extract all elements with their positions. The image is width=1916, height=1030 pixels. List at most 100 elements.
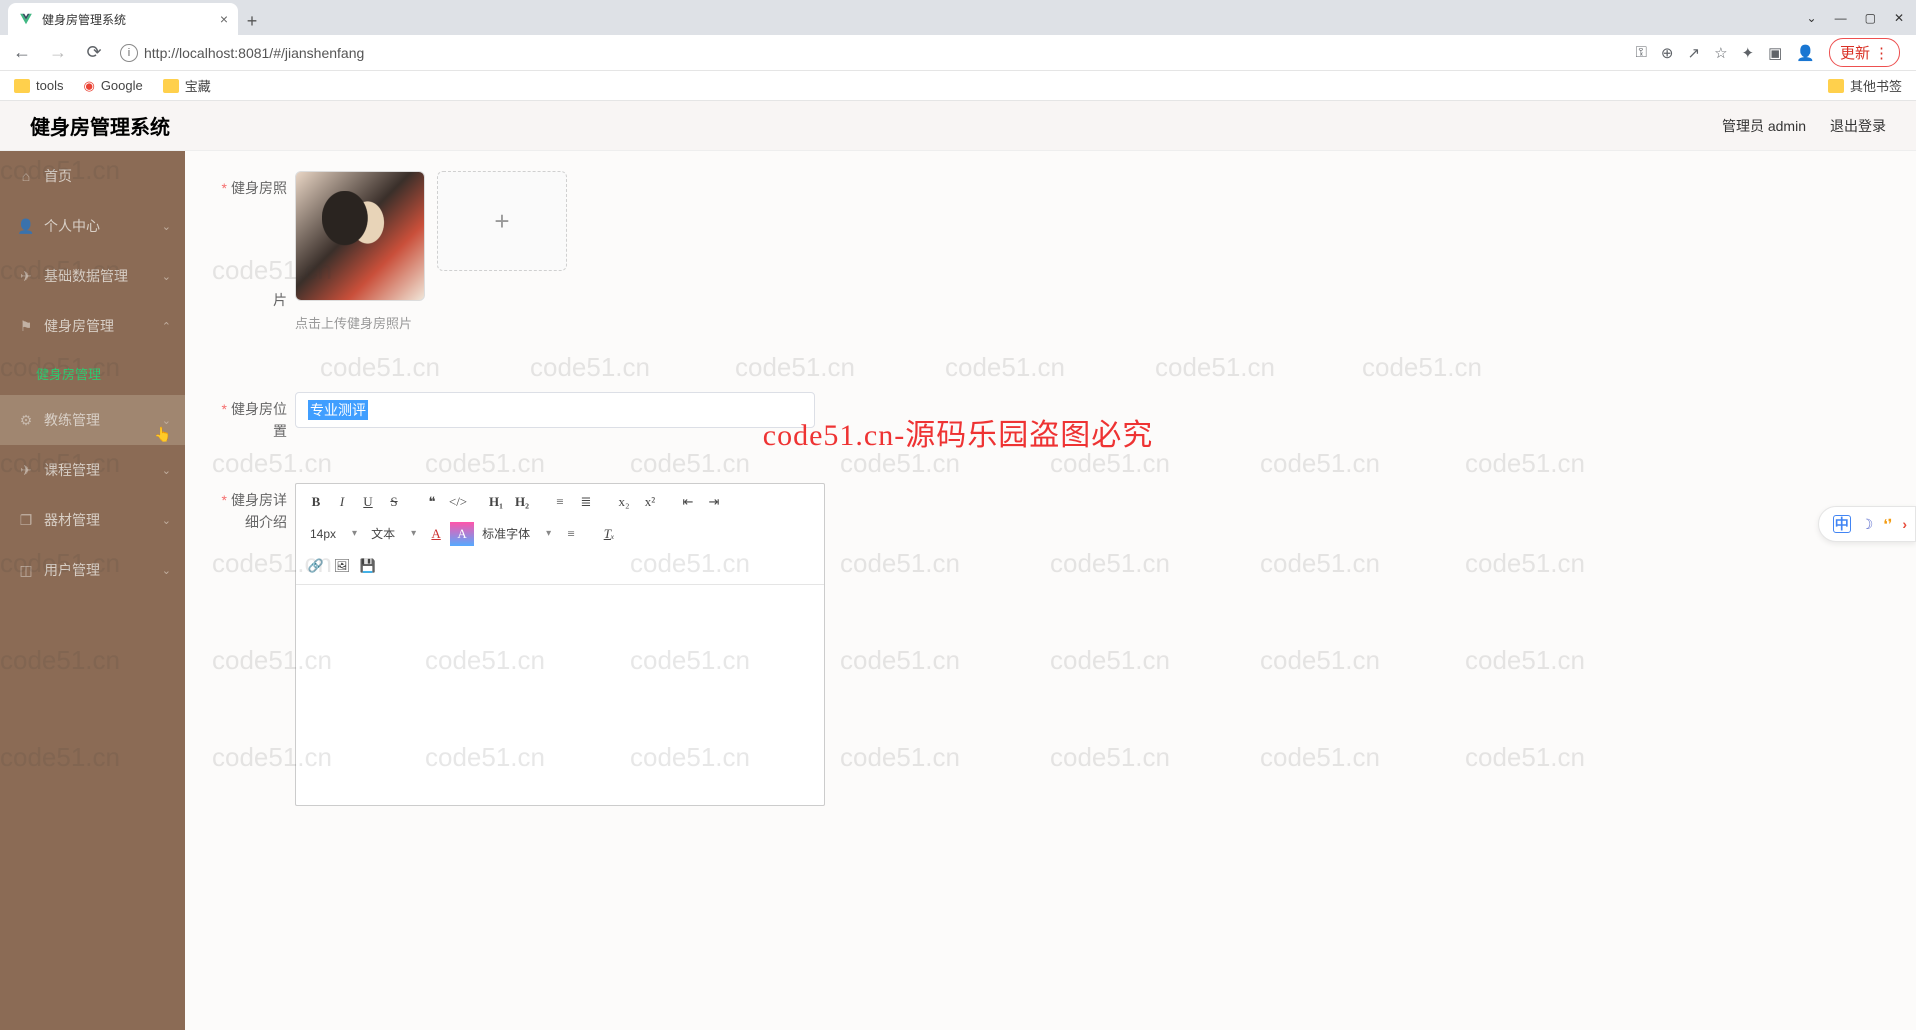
- bookmark-treasure[interactable]: 宝藏: [163, 76, 211, 95]
- folder-icon: [1828, 79, 1844, 93]
- link-button[interactable]: 🔗: [304, 554, 328, 578]
- quote-button[interactable]: ❝: [420, 490, 444, 514]
- sidebar-item-personal[interactable]: 👤个人中心⌄: [0, 201, 185, 251]
- maximize-icon[interactable]: ▢: [1865, 11, 1876, 25]
- close-window-icon[interactable]: ✕: [1894, 11, 1904, 25]
- font-size-select[interactable]: 14px: [304, 522, 363, 546]
- image-button[interactable]: 🖼: [330, 554, 354, 578]
- reload-button[interactable]: ⟳: [80, 39, 108, 67]
- back-button[interactable]: ←: [8, 39, 36, 67]
- copy-icon: ❐: [18, 512, 34, 528]
- browser-tab-strip: 健身房管理系统 × + ⌄ — ▢ ✕: [0, 0, 1916, 35]
- key-icon[interactable]: ⚿: [1636, 44, 1647, 61]
- chevron-down-icon: ⌄: [162, 270, 171, 283]
- home-icon: ⌂: [18, 168, 34, 184]
- ol-button[interactable]: ≡: [548, 490, 572, 514]
- toolbar-icons: ⚿ ⊕ ↗ ☆ ✦ ▣ 👤 更新 ⋮: [1636, 38, 1909, 67]
- bookmark-tools[interactable]: tools: [14, 78, 63, 93]
- align-button[interactable]: ≡: [559, 522, 583, 546]
- tab-title: 健身房管理系统: [42, 11, 126, 28]
- h1-button[interactable]: H₁: [484, 490, 508, 514]
- app-header: 健身房管理系统 管理员 admin 退出登录: [0, 101, 1916, 151]
- sidebar-item-basedata[interactable]: ✈基础数据管理⌄: [0, 251, 185, 301]
- panel-icon[interactable]: ▣: [1768, 44, 1782, 62]
- text-style-select[interactable]: 文本: [365, 522, 422, 546]
- editor-textarea[interactable]: [296, 585, 824, 805]
- sidebar-item-gym[interactable]: ⚑健身房管理⌃: [0, 301, 185, 351]
- editor-toolbar: B I U S ❝ </> H₁ H₂ ≡ ≣ x₂ x²: [296, 484, 824, 585]
- indent-dec-button[interactable]: ⇤: [676, 490, 700, 514]
- tab-close-icon[interactable]: ×: [220, 11, 228, 27]
- form-row-location: *健身房位 置 专业测评: [215, 392, 1886, 443]
- h2-button[interactable]: H₂: [510, 490, 534, 514]
- sidebar-subitem-gym[interactable]: 健身房管理: [0, 351, 185, 395]
- extensions-icon[interactable]: ✦: [1742, 44, 1755, 62]
- sidebar-item-user[interactable]: ◫用户管理⌄: [0, 545, 185, 595]
- photo-label: *健身房照 片: [215, 171, 295, 312]
- ul-button[interactable]: ≣: [574, 490, 598, 514]
- subscript-button[interactable]: x₂: [612, 490, 636, 514]
- address-bar: ← → ⟳ i http://localhost:8081/#/jianshen…: [0, 35, 1916, 71]
- indent-inc-button[interactable]: ⇥: [702, 490, 726, 514]
- send-icon: ✈: [18, 462, 34, 478]
- zoom-icon[interactable]: ⊕: [1661, 44, 1674, 62]
- upload-area: + 点击上传健身房照片: [295, 171, 567, 332]
- chevron-down-icon: ⌄: [162, 220, 171, 233]
- browser-tab[interactable]: 健身房管理系统 ×: [8, 3, 238, 35]
- minimize-icon[interactable]: —: [1835, 11, 1847, 25]
- location-value: 专业测评: [308, 400, 368, 420]
- share-icon[interactable]: ↗: [1688, 44, 1701, 62]
- chevron-down-icon: ⌄: [162, 414, 171, 427]
- bold-button[interactable]: B: [304, 490, 328, 514]
- folder-icon: [14, 79, 30, 93]
- chevron-down-icon: ⌄: [162, 464, 171, 477]
- app-title: 健身房管理系统: [30, 111, 170, 140]
- bg-color-button[interactable]: A: [450, 522, 474, 546]
- save-button[interactable]: 💾: [356, 554, 380, 578]
- detail-label: *健身房详 细介绍: [215, 483, 295, 534]
- new-tab-button[interactable]: +: [238, 7, 266, 35]
- moon-icon[interactable]: ☽: [1861, 516, 1874, 533]
- user-label[interactable]: 管理员 admin: [1722, 116, 1806, 136]
- url-text: http://localhost:8081/#/jianshenfang: [144, 45, 364, 61]
- sidebar-item-home[interactable]: ⌂首页: [0, 151, 185, 201]
- bookmarks-bar: tools ◉Google 宝藏 其他书签: [0, 71, 1916, 101]
- uploaded-image-thumb[interactable]: [295, 171, 425, 301]
- send-icon: ✈: [18, 268, 34, 284]
- strike-button[interactable]: S: [382, 490, 406, 514]
- font-family-select[interactable]: 标准字体: [476, 522, 557, 546]
- sidebar-item-equipment[interactable]: ❐器材管理⌄: [0, 495, 185, 545]
- wallet-icon: ◫: [18, 562, 34, 578]
- bookmark-star-icon[interactable]: ☆: [1714, 44, 1727, 62]
- comma-icon[interactable]: ❛❜: [1883, 516, 1892, 533]
- ime-float-widget[interactable]: 中 ☽ ❛❜ ›: [1818, 506, 1916, 542]
- chevron-down-icon: ⌄: [162, 564, 171, 577]
- logout-link[interactable]: 退出登录: [1830, 116, 1886, 136]
- sidebar-item-course[interactable]: ✈课程管理⌄: [0, 445, 185, 495]
- folder-icon: [163, 79, 179, 93]
- code-button[interactable]: </>: [446, 490, 470, 514]
- window-controls: ⌄ — ▢ ✕: [1795, 0, 1916, 35]
- form-row-detail: *健身房详 细介绍 B I U S ❝ </> H₁ H₂ ≡ ≣: [215, 483, 1886, 806]
- bookmark-google[interactable]: ◉Google: [83, 78, 142, 94]
- forward-button[interactable]: →: [44, 39, 72, 67]
- vue-favicon-icon: [18, 11, 34, 27]
- sidebar-item-coach[interactable]: ⚙教练管理⌄: [0, 395, 185, 445]
- chevron-down-icon[interactable]: ⌄: [1807, 11, 1817, 25]
- rich-editor: B I U S ❝ </> H₁ H₂ ≡ ≣ x₂ x²: [295, 483, 825, 806]
- bookmark-other[interactable]: 其他书签: [1828, 76, 1902, 95]
- update-button[interactable]: 更新 ⋮: [1829, 38, 1900, 67]
- italic-button[interactable]: I: [330, 490, 354, 514]
- main-content: *健身房照 片 + 点击上传健身房照片 *健身房位 置 专业测评: [185, 151, 1916, 1030]
- site-info-icon[interactable]: i: [120, 44, 138, 62]
- text-color-button[interactable]: A: [424, 522, 448, 546]
- upload-add-button[interactable]: +: [437, 171, 567, 271]
- clear-format-button[interactable]: Tₓ: [597, 522, 621, 546]
- url-input[interactable]: i http://localhost:8081/#/jianshenfang: [116, 44, 1628, 62]
- profile-icon[interactable]: 👤: [1796, 44, 1815, 62]
- ime-cn-icon[interactable]: 中: [1833, 515, 1851, 533]
- superscript-button[interactable]: x²: [638, 490, 662, 514]
- underline-button[interactable]: U: [356, 490, 380, 514]
- arrow-right-icon[interactable]: ›: [1902, 516, 1907, 532]
- location-input[interactable]: 专业测评: [295, 392, 815, 428]
